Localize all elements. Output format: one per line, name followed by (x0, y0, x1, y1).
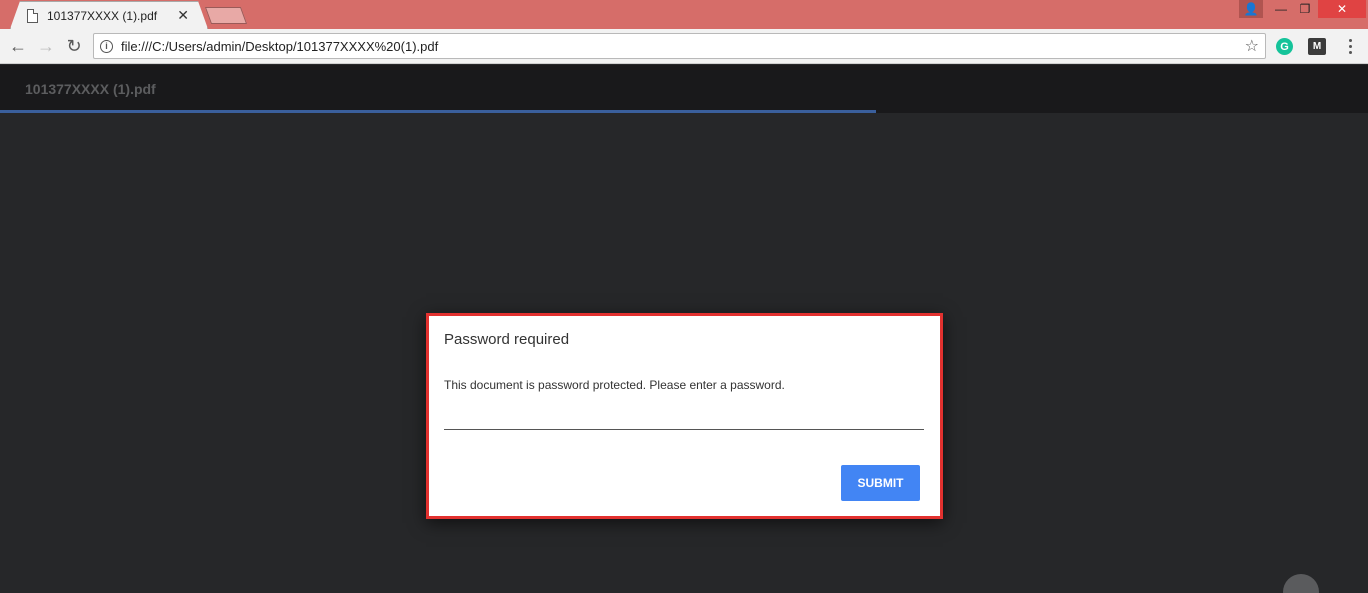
close-window-button[interactable]: ✕ (1318, 0, 1366, 18)
tab-close-icon[interactable]: ✕ (177, 7, 189, 24)
browser-toolbar: ← → ↻ i file:///C:/Users/admin/Desktop/1… (0, 29, 1368, 64)
dialog-message: This document is password protected. Ple… (444, 378, 785, 392)
restore-button[interactable]: ❐ (1294, 0, 1316, 18)
password-dialog: Password required This document is passw… (426, 313, 943, 519)
floating-action-button[interactable] (1283, 574, 1319, 593)
new-tab-button[interactable] (204, 7, 248, 24)
forward-button[interactable]: → (34, 35, 58, 57)
grammarly-extension-icon[interactable]: G (1276, 38, 1293, 55)
dialog-title: Password required (444, 331, 570, 348)
submit-button[interactable]: SUBMIT (841, 465, 920, 501)
reload-button[interactable]: ↻ (62, 35, 86, 57)
tab-title: 101377XXXX (1).pdf (47, 8, 158, 23)
browser-menu-icon[interactable] (1344, 37, 1356, 55)
address-bar[interactable]: i file:///C:/Users/admin/Desktop/101377X… (93, 33, 1266, 59)
user-profile-icon[interactable]: 👤 (1239, 0, 1263, 18)
load-progress-bar (0, 110, 876, 113)
url-text[interactable]: file:///C:/Users/admin/Desktop/101377XXX… (121, 39, 1245, 54)
browser-titlebar: 101377XXXX (1).pdf ✕ 👤 — ❐ ✕ (0, 0, 1368, 29)
password-input[interactable] (444, 408, 924, 430)
pdf-viewer-header: 101377XXXX (1).pdf (0, 65, 1368, 113)
document-title: 101377XXXX (1).pdf (25, 81, 156, 97)
minimize-button[interactable]: — (1270, 0, 1292, 18)
browser-tab[interactable]: 101377XXXX (1).pdf ✕ (10, 1, 208, 29)
back-button[interactable]: ← (6, 35, 30, 57)
m-extension-icon[interactable]: M (1308, 38, 1326, 55)
bookmark-star-icon[interactable]: ☆ (1245, 36, 1259, 56)
file-icon (27, 9, 38, 23)
info-icon[interactable]: i (100, 39, 113, 53)
